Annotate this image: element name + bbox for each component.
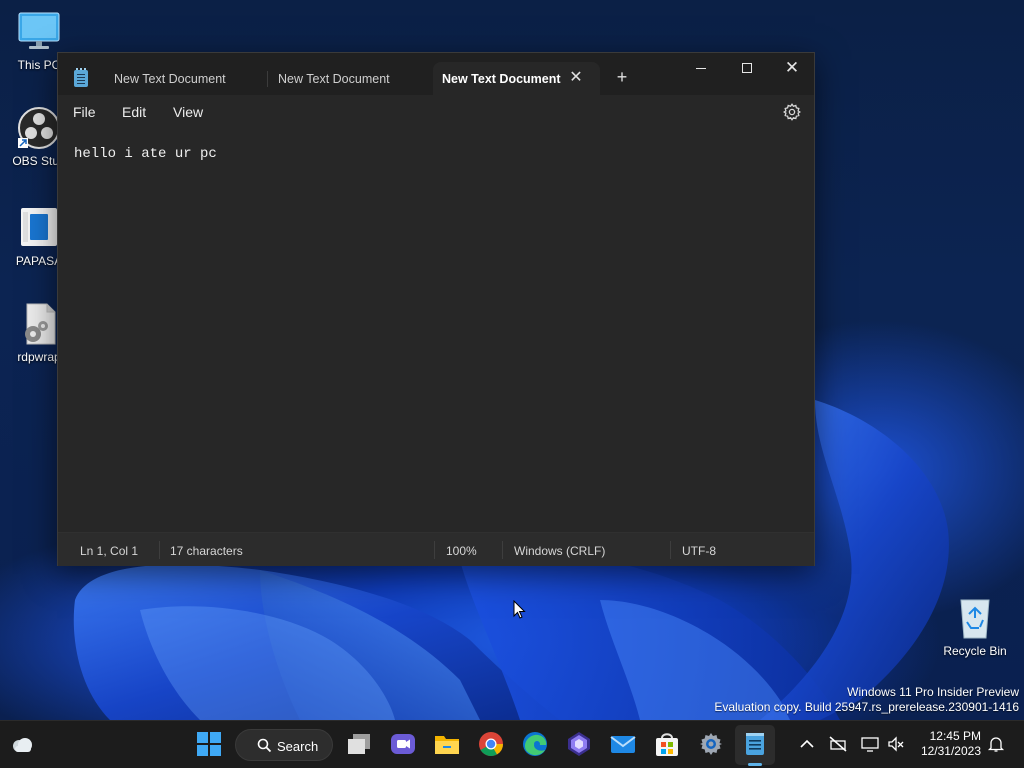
close-window-button[interactable]: ✕	[769, 53, 815, 83]
notepad-app-icon	[74, 68, 88, 87]
minimize-icon	[696, 68, 706, 69]
status-bar: Ln 1, Col 1 17 characters 100% Windows (…	[58, 532, 814, 566]
recycle-bin-icon	[953, 596, 997, 640]
monitor-icon	[17, 10, 61, 54]
status-cursor-position[interactable]: Ln 1, Col 1	[80, 544, 138, 558]
new-tab-plus-icon[interactable]: +	[613, 68, 631, 86]
status-character-count: 17 characters	[170, 544, 243, 558]
menu-edit[interactable]: Edit	[122, 104, 146, 120]
search-icon	[257, 738, 272, 753]
teams-meet-icon[interactable]	[390, 731, 416, 757]
status-divider	[159, 541, 160, 559]
edge-icon[interactable]	[522, 731, 548, 757]
windows-watermark: Windows 11 Pro Insider Preview Evaluatio…	[714, 685, 1019, 715]
document-content[interactable]: hello i ate ur pc	[74, 146, 217, 162]
clock-date: 12/31/2023	[920, 744, 981, 758]
copilot-icon[interactable]	[566, 731, 592, 757]
close-icon: ✕	[784, 58, 800, 77]
notepad-window: New Text Document New Text Document New …	[57, 52, 815, 566]
menu-view[interactable]: View	[173, 104, 203, 120]
maximize-icon	[742, 63, 752, 73]
gear-icon[interactable]	[782, 102, 802, 122]
settings-icon[interactable]	[698, 731, 724, 757]
taskbar-search-box[interactable]: Search	[235, 729, 333, 761]
minimize-button[interactable]	[678, 53, 724, 83]
tab-label: New Text Document	[278, 72, 390, 86]
status-divider	[670, 541, 671, 559]
mouse-cursor-icon	[513, 600, 526, 619]
display-icon[interactable]	[861, 735, 879, 753]
widgets-weather-icon[interactable]	[9, 733, 35, 759]
status-line-ending[interactable]: Windows (CRLF)	[514, 544, 605, 558]
document-app-icon	[17, 206, 61, 250]
taskbar: Search 12:45 PM 12/31/2023	[0, 720, 1024, 768]
tab-document-1[interactable]: New Text Document	[98, 62, 266, 95]
network-off-icon[interactable]	[829, 735, 847, 753]
menu-bar: File Edit View	[58, 95, 814, 131]
settings-file-icon	[17, 302, 61, 346]
mail-icon[interactable]	[610, 731, 636, 757]
running-app-indicator	[748, 763, 762, 766]
maximize-button[interactable]	[724, 53, 770, 83]
status-encoding[interactable]: UTF-8	[682, 544, 716, 558]
status-divider	[434, 541, 435, 559]
tab-label: New Text Document	[442, 72, 561, 86]
title-bar[interactable]: New Text Document New Text Document New …	[58, 53, 814, 95]
menu-file[interactable]: File	[73, 104, 96, 120]
chrome-icon[interactable]	[478, 731, 504, 757]
file-explorer-icon[interactable]	[434, 731, 460, 757]
tab-close-icon[interactable]: ✕	[568, 70, 584, 86]
text-editor-area[interactable]: hello i ate ur pc	[58, 131, 814, 532]
chevron-up-icon[interactable]	[798, 735, 816, 753]
system-clock[interactable]: 12:45 PM 12/31/2023	[913, 729, 981, 759]
obs-icon	[17, 106, 61, 150]
watermark-line-2: Evaluation copy. Build 25947.rs_prerelea…	[714, 700, 1019, 714]
clock-time: 12:45 PM	[929, 729, 981, 743]
tab-document-2[interactable]: New Text Document	[268, 62, 432, 95]
start-icon[interactable]	[196, 731, 222, 757]
status-divider	[502, 541, 503, 559]
status-zoom[interactable]: 100%	[446, 544, 477, 558]
desktop-icon-label: Recycle Bin	[943, 644, 1007, 658]
desktop-icon-recycle-bin[interactable]: Recycle Bin	[939, 596, 1011, 658]
search-label: Search	[277, 739, 319, 754]
volume-muted-icon[interactable]	[887, 735, 905, 753]
notepad-icon[interactable]	[742, 731, 768, 757]
tab-label: New Text Document	[114, 72, 226, 86]
watermark-line-1: Windows 11 Pro Insider Preview	[847, 685, 1019, 699]
notification-bell-icon[interactable]	[987, 735, 1005, 753]
task-view-icon[interactable]	[346, 731, 372, 757]
microsoft-store-icon[interactable]	[654, 731, 680, 757]
